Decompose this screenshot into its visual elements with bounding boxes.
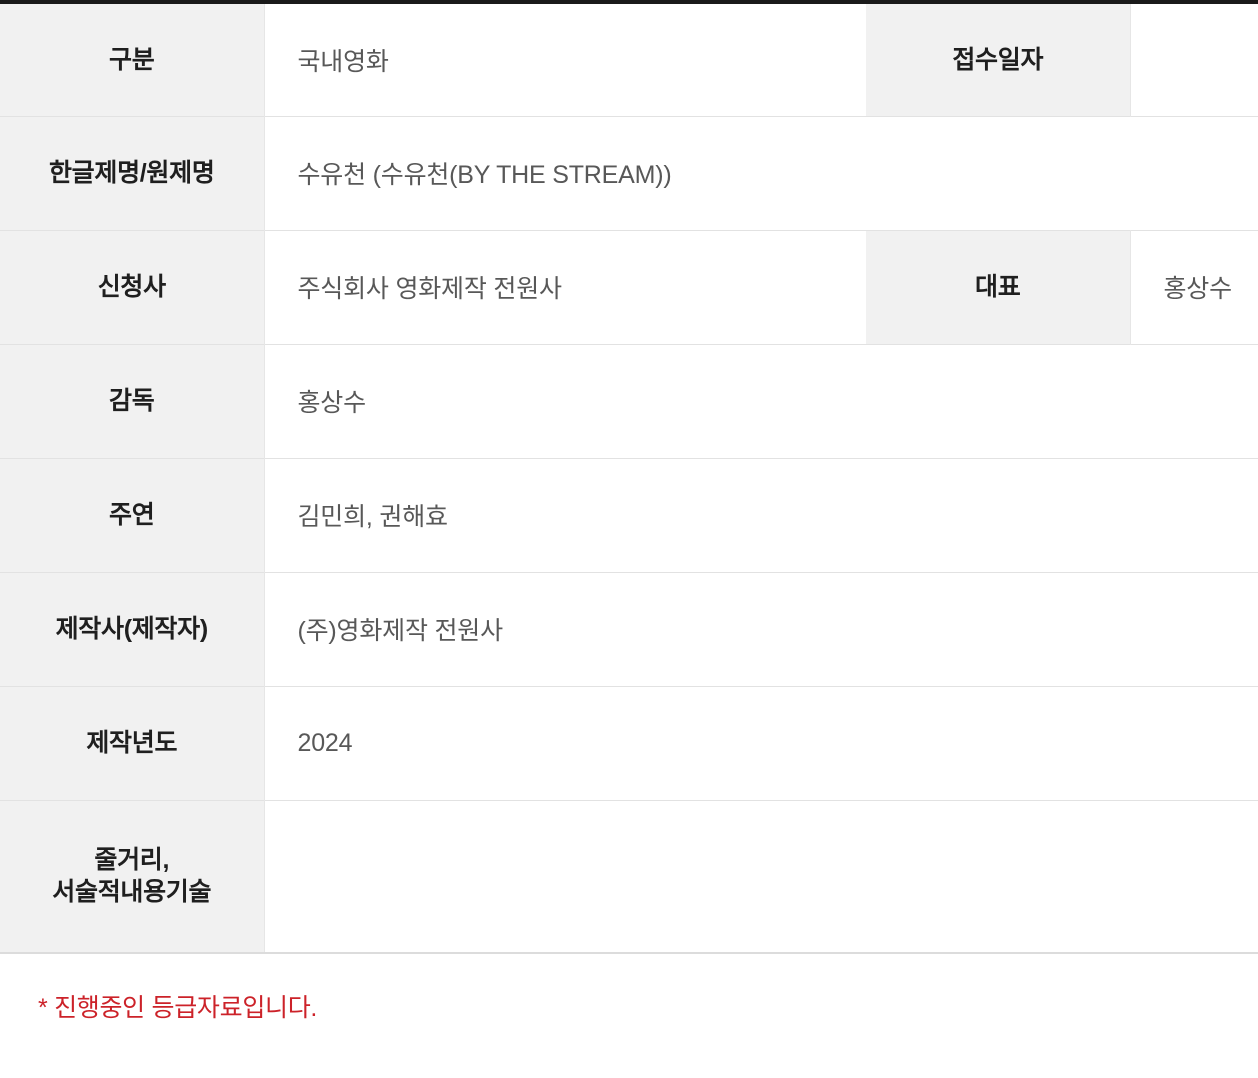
- row-value-production-company: (주)영화제작 전원사: [264, 572, 1258, 686]
- table-row-title: 한글제명/원제명 수유천 (수유천(BY THE STREAM)): [0, 116, 1258, 230]
- rating-info-page: 구분 국내영화 접수일자 한글제명/원제명 수유천 (수유천(BY THE ST…: [0, 0, 1258, 1078]
- movie-rating-info-table: 구분 국내영화 접수일자 한글제명/원제명 수유천 (수유천(BY THE ST…: [0, 0, 1258, 954]
- row-label-synopsis-line1: 줄거리,: [94, 846, 170, 875]
- row-label-category: 구분: [0, 2, 265, 116]
- row-value-production-year: 2024: [264, 686, 1258, 800]
- table-row-applicant: 신청사 주식회사 영화제작 전원사 대표 홍상수: [0, 230, 1258, 344]
- table-row-production-year: 제작년도 2024: [0, 686, 1258, 800]
- row-label-director: 감독: [0, 344, 265, 458]
- table-row-production-company: 제작사(제작자) (주)영화제작 전원사: [0, 572, 1258, 686]
- row-label-representative: 대표: [866, 230, 1131, 344]
- row-label-synopsis-line2: 서술적내용기술: [52, 878, 212, 907]
- pending-rating-notice: * 진행중인 등급자료입니다.: [38, 994, 318, 1022]
- row-label-synopsis: 줄거리, 서술적내용기술: [0, 800, 265, 953]
- row-value-director: 홍상수: [264, 344, 1258, 458]
- row-value-applicant: 주식회사 영화제작 전원사: [264, 230, 866, 344]
- row-value-cast: 김민희, 권해효: [264, 458, 1258, 572]
- row-value-category: 국내영화: [264, 2, 866, 116]
- row-label-applicant: 신청사: [0, 230, 265, 344]
- row-label-receipt-date: 접수일자: [866, 2, 1131, 116]
- row-label-production-company: 제작사(제작자): [0, 572, 265, 686]
- row-value-receipt-date: [1130, 2, 1258, 116]
- row-label-title: 한글제명/원제명: [0, 116, 265, 230]
- table-row-category: 구분 국내영화 접수일자: [0, 2, 1258, 116]
- row-label-production-year: 제작년도: [0, 686, 265, 800]
- table-row-director: 감독 홍상수: [0, 344, 1258, 458]
- row-value-synopsis: [264, 800, 1258, 953]
- table-row-cast: 주연 김민희, 권해효: [0, 458, 1258, 572]
- row-value-representative: 홍상수: [1130, 230, 1258, 344]
- table-row-synopsis: 줄거리, 서술적내용기술: [0, 800, 1258, 953]
- row-value-title: 수유천 (수유천(BY THE STREAM)): [264, 116, 1258, 230]
- row-label-cast: 주연: [0, 458, 265, 572]
